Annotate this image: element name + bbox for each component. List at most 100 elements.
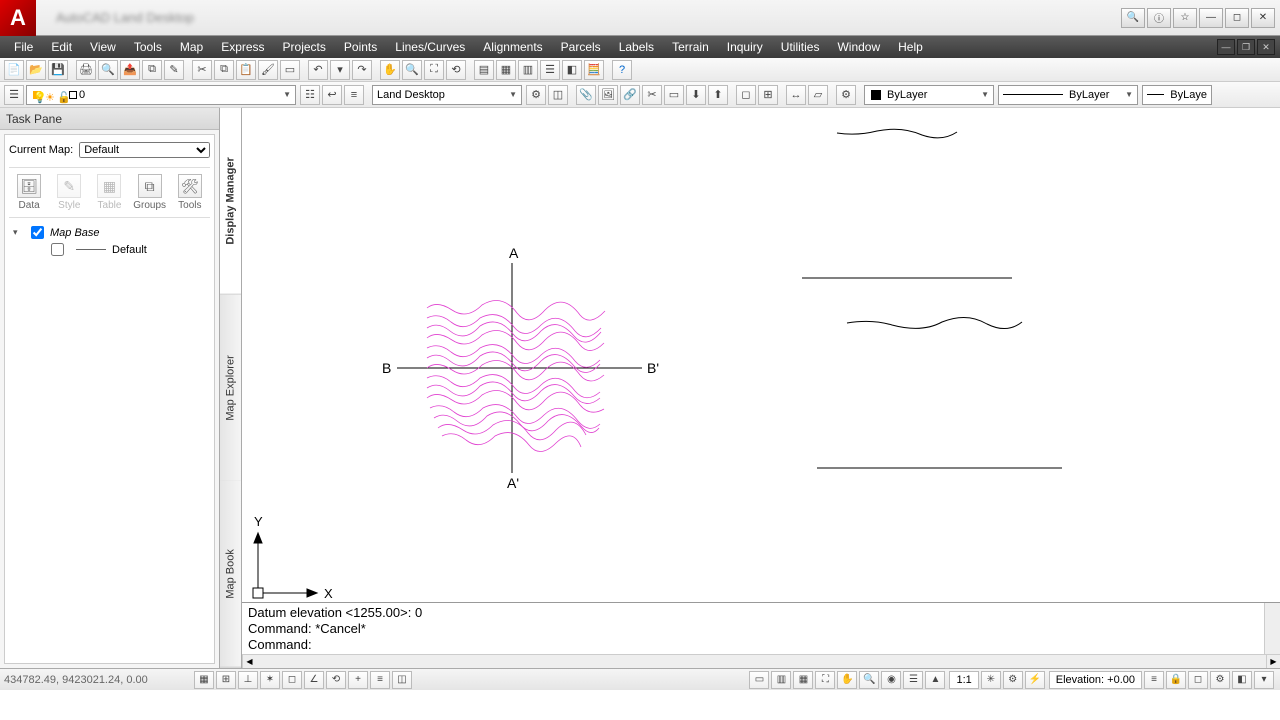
area-icon[interactable]: ▱ bbox=[808, 85, 828, 105]
model-paper-icon[interactable]: ▭ bbox=[749, 671, 769, 689]
zoom2-icon[interactable]: 🔍 bbox=[859, 671, 879, 689]
lock-ui-icon[interactable]: 🔒 bbox=[1166, 671, 1186, 689]
maximize-icon[interactable]: ◻ bbox=[1225, 8, 1249, 28]
polar-icon[interactable]: ✶ bbox=[260, 671, 280, 689]
model-icon[interactable]: ◫ bbox=[392, 671, 412, 689]
pan-icon[interactable]: ✋ bbox=[380, 60, 400, 80]
menu-window[interactable]: Window bbox=[828, 40, 889, 54]
cut-icon[interactable]: ✂ bbox=[192, 60, 212, 80]
attach-icon[interactable]: 🔗 bbox=[620, 85, 640, 105]
doc-close-icon[interactable]: ✕ bbox=[1257, 39, 1275, 55]
minimize-icon[interactable]: — bbox=[1199, 8, 1223, 28]
menu-map[interactable]: Map bbox=[171, 40, 212, 54]
menu-parcels[interactable]: Parcels bbox=[552, 40, 610, 54]
layer-states-icon[interactable]: ☷ bbox=[300, 85, 320, 105]
qv-layouts-icon[interactable]: ▥ bbox=[771, 671, 791, 689]
layer-previous-icon[interactable]: ↩ bbox=[322, 85, 342, 105]
layer-manager-icon[interactable]: ☰ bbox=[4, 85, 24, 105]
undo-icon[interactable]: ↶ bbox=[308, 60, 328, 80]
menu-lines-curves[interactable]: Lines/Curves bbox=[386, 40, 474, 54]
menu-points[interactable]: Points bbox=[335, 40, 386, 54]
horizontal-scrollbar[interactable]: ◀ ▶ bbox=[242, 654, 1280, 668]
command-window[interactable]: Datum elevation <1255.00>: 0 Command: *C… bbox=[242, 602, 1280, 654]
help-icon[interactable]: ? bbox=[612, 60, 632, 80]
undo-dd-icon[interactable]: ▾ bbox=[330, 60, 350, 80]
tab-map-explorer[interactable]: Map Explorer bbox=[220, 295, 241, 482]
markup-icon[interactable]: ◧ bbox=[562, 60, 582, 80]
linetype-dropdown[interactable]: ByLayer ▼ bbox=[998, 85, 1138, 105]
vport-named-icon[interactable]: ⊞ bbox=[758, 85, 778, 105]
ducs-icon[interactable]: ⟲ bbox=[326, 671, 346, 689]
menu-tools[interactable]: Tools bbox=[125, 40, 171, 54]
workspace-settings-icon[interactable]: ⚙ bbox=[526, 85, 546, 105]
properties-icon[interactable]: ▤ bbox=[474, 60, 494, 80]
open-icon[interactable]: 📂 bbox=[26, 60, 46, 80]
root-checkbox[interactable] bbox=[31, 226, 44, 239]
showhide-icon[interactable]: ☰ bbox=[903, 671, 923, 689]
menu-file[interactable]: File bbox=[5, 40, 42, 54]
doc-restore-icon[interactable]: ❐ bbox=[1237, 39, 1255, 55]
child-checkbox[interactable] bbox=[51, 243, 64, 256]
print-preview-icon[interactable]: 🔍 bbox=[98, 60, 118, 80]
tp-table-button[interactable]: ▦Table bbox=[91, 174, 127, 211]
menu-alignments[interactable]: Alignments bbox=[474, 40, 551, 54]
clean-screen-icon[interactable]: ◻ bbox=[1188, 671, 1208, 689]
redo-icon[interactable]: ↷ bbox=[352, 60, 372, 80]
filter-icon[interactable]: ≡ bbox=[1144, 671, 1164, 689]
menu-edit[interactable]: Edit bbox=[42, 40, 81, 54]
elevation-display[interactable]: Elevation: +0.00 bbox=[1049, 671, 1142, 689]
insert-icon[interactable]: ⬇ bbox=[686, 85, 706, 105]
osnap-icon[interactable]: ◻ bbox=[282, 671, 302, 689]
tree-row-child[interactable]: Default bbox=[9, 241, 210, 258]
paste-icon[interactable]: 📋 bbox=[236, 60, 256, 80]
workspace-save-icon[interactable]: ◫ bbox=[548, 85, 568, 105]
scroll-right-icon[interactable]: ▶ bbox=[1266, 655, 1280, 668]
doc-minimize-icon[interactable]: — bbox=[1217, 39, 1235, 55]
tool-palettes-icon[interactable]: ▥ bbox=[518, 60, 538, 80]
export-icon[interactable]: ⬆ bbox=[708, 85, 728, 105]
ortho-icon[interactable]: ⊥ bbox=[238, 671, 258, 689]
cmd-scrollbar[interactable] bbox=[1264, 603, 1280, 654]
annotation-scale-icon[interactable]: ▲ bbox=[925, 671, 945, 689]
tp-data-button[interactable]: 🗄Data bbox=[11, 174, 47, 211]
scale-display[interactable]: 1:1 bbox=[949, 671, 978, 689]
menu-express[interactable]: Express bbox=[212, 40, 273, 54]
color-dropdown[interactable]: ByLayer ▼ bbox=[864, 85, 994, 105]
save-icon[interactable]: 💾 bbox=[48, 60, 68, 80]
design-center-icon[interactable]: ▦ bbox=[496, 60, 516, 80]
scroll-left-icon[interactable]: ◀ bbox=[242, 655, 256, 668]
ssm-icon[interactable]: ☰ bbox=[540, 60, 560, 80]
plot-icon[interactable]: ✎ bbox=[164, 60, 184, 80]
zoom-icon[interactable]: 🔍 bbox=[402, 60, 422, 80]
print-icon[interactable]: 🖨 bbox=[76, 60, 96, 80]
lineweight-dropdown[interactable]: ByLaye bbox=[1142, 85, 1212, 105]
zoom-window-icon[interactable]: ⛶ bbox=[424, 60, 444, 80]
performance-icon[interactable]: ⚡ bbox=[1025, 671, 1045, 689]
drawing-canvas[interactable]: A A' B B' bbox=[242, 108, 1280, 668]
current-map-dropdown[interactable]: Default bbox=[79, 142, 210, 158]
tp-style-button[interactable]: ✎Style bbox=[51, 174, 87, 211]
snap-icon[interactable]: ▦ bbox=[194, 671, 214, 689]
menu-help[interactable]: Help bbox=[889, 40, 932, 54]
menu-inquiry[interactable]: Inquiry bbox=[718, 40, 772, 54]
xref-icon[interactable]: 📎 bbox=[576, 85, 596, 105]
wheel-icon[interactable]: ◉ bbox=[881, 671, 901, 689]
viewport-max-icon[interactable]: ⛶ bbox=[815, 671, 835, 689]
tray-icon[interactable]: ▾ bbox=[1254, 671, 1274, 689]
publish-icon[interactable]: 📤 bbox=[120, 60, 140, 80]
annotation-vis-icon[interactable]: ✳ bbox=[981, 671, 1001, 689]
qv-drawings-icon[interactable]: ▦ bbox=[793, 671, 813, 689]
favorite-icon[interactable]: ☆ bbox=[1173, 8, 1197, 28]
viewport-icon[interactable]: ◻ bbox=[736, 85, 756, 105]
tp-tools-button[interactable]: 🛠Tools bbox=[172, 174, 208, 211]
clip-icon[interactable]: ✂ bbox=[642, 85, 662, 105]
layer-match-icon[interactable]: ≡ bbox=[344, 85, 364, 105]
menu-view[interactable]: View bbox=[81, 40, 125, 54]
search-icon[interactable]: 🔍 bbox=[1121, 8, 1145, 28]
dist-icon[interactable]: ↔ bbox=[786, 85, 806, 105]
settings-icon[interactable]: ⚙ bbox=[1003, 671, 1023, 689]
info-icon[interactable]: ⓘ bbox=[1147, 8, 1171, 28]
copy-icon[interactable]: ⧉ bbox=[214, 60, 234, 80]
zoom-previous-icon[interactable]: ⟲ bbox=[446, 60, 466, 80]
hardware-icon[interactable]: ⚙ bbox=[1210, 671, 1230, 689]
